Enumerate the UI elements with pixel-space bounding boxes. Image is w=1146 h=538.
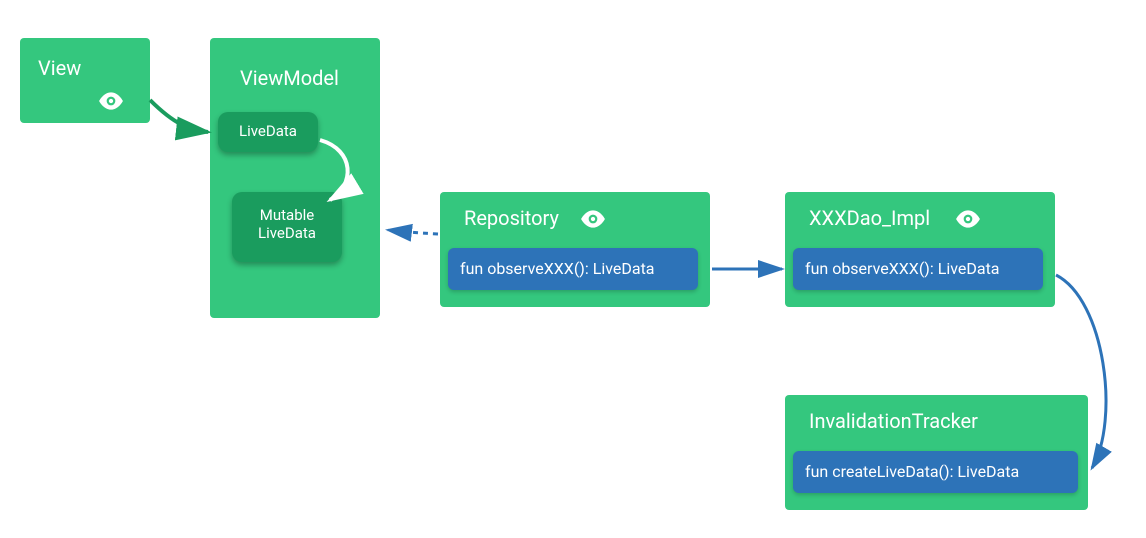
eye-icon bbox=[98, 88, 124, 114]
repository-fn-label: fun observeXXX(): LiveData bbox=[460, 259, 655, 278]
viewmodel-box: ViewModel bbox=[210, 38, 380, 318]
tracker-fn-box: fun createLiveData(): LiveData bbox=[793, 451, 1078, 493]
mutable-livedata-label: Mutable LiveData bbox=[232, 206, 342, 242]
view-box: View bbox=[20, 38, 150, 123]
arrow-repo-to-mutable bbox=[388, 230, 438, 234]
tracker-title: InvalidationTracker bbox=[809, 409, 978, 433]
livedata-label: LiveData bbox=[218, 122, 318, 140]
viewmodel-title: ViewModel bbox=[240, 66, 339, 90]
livedata-box: LiveData bbox=[218, 112, 318, 152]
eye-icon bbox=[955, 206, 981, 232]
dao-fn-box: fun observeXXX(): LiveData bbox=[793, 248, 1043, 290]
mutable-livedata-box: Mutable LiveData bbox=[232, 192, 342, 262]
tracker-fn-label: fun createLiveData(): LiveData bbox=[805, 462, 1019, 481]
view-title: View bbox=[38, 56, 81, 80]
dao-title: XXXDao_Impl bbox=[809, 206, 930, 230]
repository-fn-box: fun observeXXX(): LiveData bbox=[448, 248, 698, 290]
repository-title: Repository bbox=[464, 206, 559, 230]
eye-icon bbox=[580, 206, 606, 232]
arrow-view-to-viewmodel bbox=[150, 100, 208, 132]
dao-fn-label: fun observeXXX(): LiveData bbox=[805, 259, 1000, 278]
